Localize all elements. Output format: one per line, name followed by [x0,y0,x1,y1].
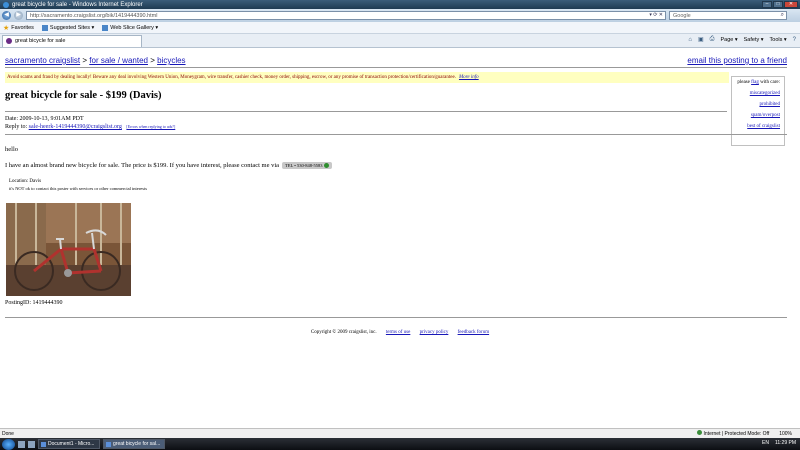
search-input[interactable]: Google ⌕ [669,11,787,20]
more-info-link[interactable]: More info [459,75,479,80]
copyright-text: Copyright © 2009 craigslist, inc. [310,330,377,335]
web-slice-gallery-link[interactable]: Web Slice Gallery ▾ [102,24,158,31]
refresh-stop-icons[interactable]: ▾ ⟳ ✕ [649,12,663,18]
safety-menu[interactable]: Safety ▾ [744,37,764,43]
web-slice-icon [102,24,109,31]
feeds-icon[interactable]: ▣ [698,36,704,43]
tools-menu[interactable]: Tools ▾ [770,37,787,43]
divider [5,111,727,112]
reply-errors-link[interactable]: [Errors when replying to ads?] [126,124,175,129]
divider [5,134,787,135]
posting-body: I have an almost brand new bicycle for s… [5,162,333,169]
minimize-button[interactable]: – [762,1,772,8]
close-button[interactable]: ✕ [784,1,798,8]
flag-spam-link[interactable]: spam/overpost [736,113,780,118]
url-input[interactable]: http://sacramento.craigslist.org/bik/141… [26,11,666,20]
feedback-forum-link[interactable]: feedback forum [458,330,490,335]
page-footer: Copyright © 2009 craigslist, inc. terms … [0,330,800,335]
call-icon [324,163,330,168]
breadcrumb-category-link[interactable]: for sale / wanted [89,56,148,65]
system-tray: EN 11:29 PM [762,440,796,446]
taskbar-item-ie[interactable]: great bicycle for sal... [103,439,165,449]
bicycle-photo-graphic [6,203,131,296]
web-page: sacramento craigslist > for sale / wante… [0,48,800,428]
no-solicitation-note: it's NOT ok to contact this poster with … [9,186,147,191]
warning-text: Avoid scams and fraud by dealing locally… [7,75,456,80]
page-menu[interactable]: Page ▾ [720,37,737,43]
window-title-bar: great bicycle for sale - Windows Interne… [0,0,800,9]
language-indicator[interactable]: EN [762,440,769,446]
show-desktop-icon[interactable] [18,440,25,448]
flag-prohibited-link[interactable]: prohibited [736,102,780,107]
status-text: Done [2,430,14,437]
posting-location: Location: Davis [9,179,42,184]
breadcrumb: sacramento craigslist > for sale / wante… [5,56,186,65]
globe-icon [696,430,702,435]
maximize-button[interactable]: □ [773,1,783,8]
forward-arrow-icon[interactable]: ▶ [14,11,23,20]
flag-best-of-link[interactable]: best of craigslist [736,124,780,129]
ie-quicklaunch-icon[interactable] [28,440,35,448]
address-bar: ◀ ▶ http://sacramento.craigslist.org/bik… [0,9,800,22]
status-bar: Done Internet | Protected Mode: Off 100% [0,428,800,438]
status-right: Internet | Protected Mode: Off 100% [696,430,792,437]
taskbar-item-word[interactable]: Document1 - Micro... [38,439,100,449]
breadcrumb-site-link[interactable]: sacramento craigslist [5,56,80,65]
craigslist-favicon-icon [6,38,12,44]
reply-to: Reply to: sale-heerk-1419444390@craigsli… [5,124,176,130]
posting-date: Date: 2009-10-13, 9:01AM PDT [5,116,84,122]
flag-help-link[interactable]: flag [751,80,759,85]
flag-miscategorized-link[interactable]: miscategorized [736,91,780,96]
suggested-sites-link[interactable]: Suggested Sites ▾ [41,24,94,31]
suggested-sites-icon [41,24,48,31]
posting-title: great bicycle for sale - $199 (Davis) [5,90,162,101]
ie-icon [106,441,111,447]
privacy-policy-link[interactable]: privacy policy [420,330,449,335]
reply-email-link[interactable]: sale-heerk-1419444390@craigslist.org [29,124,122,130]
terms-of-use-link[interactable]: terms of use [386,330,410,335]
divider [5,67,787,68]
favorites-bar: ★ Favorites Suggested Sites ▾ Web Slice … [0,22,800,34]
help-icon[interactable]: ? [793,37,796,43]
scam-warning-banner: Avoid scams and fraud by dealing locally… [5,72,729,83]
breadcrumb-subcategory-link[interactable]: bicycles [157,56,185,65]
window-controls: – □ ✕ [762,1,798,8]
back-arrow-icon[interactable]: ◀ [2,11,11,20]
word-icon [41,441,46,447]
ie-logo-icon [3,1,9,8]
home-icon[interactable]: ⌂ [688,37,692,43]
windows-taskbar: Document1 - Micro... great bicycle for s… [0,438,800,450]
tab-row: great bicycle for sale ⌂ ▣ ⎙ Page ▾ Safe… [0,34,800,48]
flag-heading: please flag with care: [737,80,780,85]
start-button[interactable] [2,438,15,450]
security-zone[interactable]: Internet | Protected Mode: Off [696,430,769,437]
command-bar: ⌂ ▣ ⎙ Page ▾ Safety ▾ Tools ▾ ? [688,36,796,43]
email-to-friend-link[interactable]: email this posting to a friend [687,56,787,65]
window-title: great bicycle for sale - Windows Interne… [12,1,143,8]
tab-great-bicycle[interactable]: great bicycle for sale [2,34,142,47]
flag-box: please flag with care: miscategorized pr… [731,76,785,146]
print-icon[interactable]: ⎙ [710,36,715,43]
search-placeholder: Google [673,12,691,19]
clock[interactable]: 11:29 PM [775,440,796,446]
favorites-button[interactable]: ★ Favorites [3,24,34,32]
bicycle-photo[interactable] [6,203,131,296]
zoom-level[interactable]: 100% [779,431,792,437]
star-icon: ★ [3,24,10,32]
posting-id: PostingID: 1419444390 [5,300,63,306]
url-text: http://sacramento.craigslist.org/bik/141… [30,12,158,19]
divider [5,317,787,318]
phone-number-badge[interactable]: TEL • 530-848-5583 [282,162,333,169]
posting-greeting: hello [5,146,18,153]
search-icon[interactable]: ⌕ [781,12,784,19]
